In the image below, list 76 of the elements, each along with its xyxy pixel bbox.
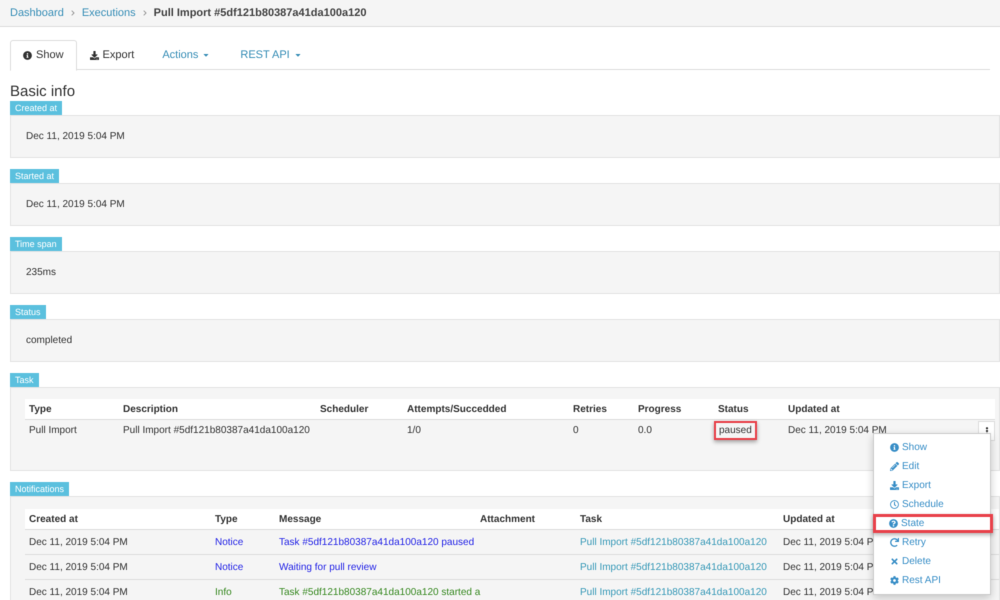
info-icon bbox=[23, 51, 32, 60]
status-cell: paused bbox=[714, 421, 757, 440]
table-cell-text: Dec 11, 2019 5:04 PM bbox=[28, 536, 129, 550]
menu-item[interactable]: State bbox=[873, 514, 993, 533]
section-label: Notifications bbox=[10, 482, 70, 496]
field-value: completed bbox=[26, 334, 72, 348]
column-header: Description bbox=[122, 402, 180, 416]
table-cell-text: Dec 11, 2019 5:04 PM bbox=[28, 586, 129, 600]
menu-item[interactable]: Edit bbox=[874, 457, 990, 476]
column-header: Type bbox=[28, 402, 53, 416]
refresh-icon bbox=[890, 538, 899, 547]
section-title: Basic info bbox=[10, 83, 76, 101]
menu-item[interactable]: Show bbox=[874, 438, 990, 457]
close-icon bbox=[890, 557, 899, 566]
section-label: Task bbox=[10, 373, 39, 387]
message-cell: Task #5df121b80387a41da100a120 paused bbox=[279, 536, 474, 548]
column-header: Progress bbox=[637, 402, 682, 416]
column-header: Updated at bbox=[783, 514, 835, 524]
breadcrumb-link[interactable]: Dashboard bbox=[10, 4, 64, 22]
caret-icon bbox=[202, 51, 210, 59]
chevron-icon bbox=[70, 10, 76, 16]
pencil-icon bbox=[890, 462, 899, 471]
field-value: 235ms bbox=[26, 266, 56, 280]
info-icon bbox=[890, 443, 899, 452]
task-link[interactable]: Pull Import #5df121b80387a41da100a120 bbox=[580, 536, 767, 548]
type-cell-text: Info bbox=[214, 586, 233, 600]
section-label: Status bbox=[10, 305, 46, 319]
column-header: Type bbox=[215, 514, 238, 524]
type-cell-text: Notice bbox=[214, 560, 244, 574]
download-icon bbox=[90, 50, 99, 60]
breadcrumb-current: Pull Import #5df121b80387a41da100a120 bbox=[154, 6, 366, 21]
column-header: Scheduler bbox=[319, 402, 370, 416]
table-cell-text: Pull Import bbox=[28, 424, 78, 438]
type-cell-text: Notice bbox=[214, 536, 244, 550]
column-header: Updated at bbox=[787, 402, 841, 416]
tab[interactable]: Actions bbox=[147, 40, 226, 70]
column-header: Attempts/Succedded bbox=[406, 402, 508, 416]
table-cell-text: 1/0 bbox=[406, 424, 422, 438]
tab[interactable]: Export bbox=[76, 40, 148, 70]
download-icon bbox=[890, 481, 899, 490]
chevron-icon bbox=[142, 10, 148, 16]
table-cell-text: Dec 11, 2019 5:04 PM bbox=[28, 560, 129, 574]
tab[interactable]: Show bbox=[10, 40, 77, 71]
column-header: Task bbox=[580, 514, 602, 524]
menu-item[interactable]: Export bbox=[874, 476, 990, 495]
field-value: Dec 11, 2019 5:04 PM bbox=[26, 130, 125, 144]
table-cell: Dec 11, 2019 5:04 P bbox=[783, 562, 874, 572]
section-label: Created at bbox=[10, 101, 62, 115]
column-header: Attachment bbox=[480, 514, 536, 524]
table-cell: Dec 11, 2019 5:04 P bbox=[783, 586, 874, 598]
table-cell-text: Pull Import #5df121b80387a41da100a120 bbox=[122, 424, 311, 438]
settings-icon bbox=[890, 576, 899, 585]
table-cell-text: Dec 11, 2019 5:04 PM bbox=[788, 424, 887, 438]
column-header: Created at bbox=[29, 514, 78, 524]
breadcrumb-link[interactable]: Executions bbox=[82, 4, 136, 22]
column-header: Retries bbox=[572, 402, 608, 416]
question-icon bbox=[889, 519, 898, 528]
table-cell-text: 0.0 bbox=[637, 424, 653, 438]
column-header: Status bbox=[717, 402, 750, 416]
clock-icon bbox=[890, 500, 899, 509]
task-link[interactable]: Pull Import #5df121b80387a41da100a120 bbox=[580, 586, 767, 598]
menu-item[interactable]: Rest API bbox=[874, 571, 990, 590]
section-label: Time span bbox=[10, 237, 62, 251]
field-value: Dec 11, 2019 5:04 PM bbox=[26, 198, 125, 212]
menu-item[interactable]: Schedule bbox=[874, 495, 990, 514]
caret-icon bbox=[294, 51, 302, 59]
message-cell: Task #5df121b80387a41da100a120 started a bbox=[279, 586, 480, 598]
menu-item[interactable]: Delete bbox=[874, 552, 990, 571]
tab[interactable]: REST API bbox=[225, 40, 317, 70]
table-cell-text: 0 bbox=[572, 424, 580, 438]
task-link[interactable]: Pull Import #5df121b80387a41da100a120 bbox=[580, 562, 767, 572]
table-cell: Dec 11, 2019 5:04 P bbox=[783, 536, 874, 548]
menu-item[interactable]: Retry bbox=[874, 533, 990, 552]
column-header: Message bbox=[279, 514, 322, 524]
section-label: Started at bbox=[10, 169, 60, 183]
message-cell: Waiting for pull review bbox=[279, 562, 376, 572]
